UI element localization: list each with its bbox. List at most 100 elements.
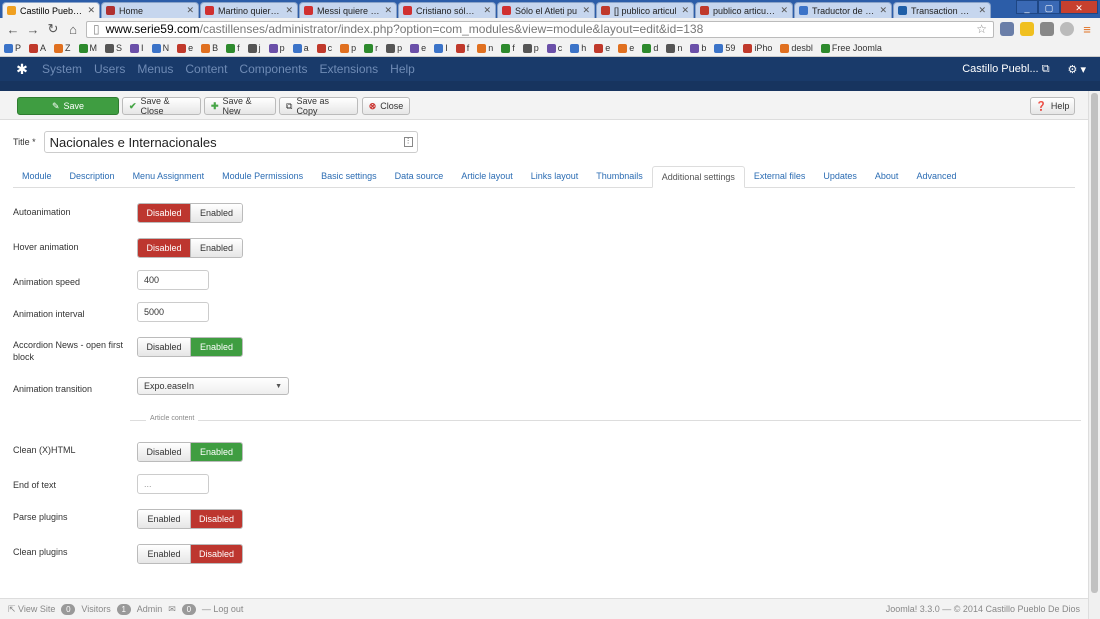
tab-article-layout[interactable]: Article layout bbox=[452, 165, 522, 187]
tab-updates[interactable]: Updates bbox=[814, 165, 866, 187]
bookmark-item[interactable]: a bbox=[292, 43, 309, 53]
hover-animation-enabled[interactable]: Enabled bbox=[190, 239, 242, 257]
bookmark-item[interactable]: d bbox=[642, 43, 658, 53]
bookmark-item[interactable]: Z bbox=[54, 43, 71, 53]
browser-tab[interactable]: Home ✕ bbox=[101, 2, 199, 18]
autoanimation-disabled[interactable]: Disabled bbox=[138, 204, 190, 222]
bookmark-item[interactable]: f bbox=[226, 43, 240, 53]
hover-animation-toggle[interactable]: Disabled Enabled bbox=[137, 238, 243, 258]
hover-animation-disabled[interactable]: Disabled bbox=[138, 239, 190, 257]
site-name-link[interactable]: Castillo Puebl... ⧉ bbox=[962, 63, 1049, 76]
browser-tab[interactable]: Transaction Deta ✕ bbox=[893, 2, 991, 18]
bookmark-item[interactable]: Free Joomla bbox=[820, 43, 882, 53]
tab-close-icon[interactable]: ✕ bbox=[780, 5, 788, 16]
bookmark-item[interactable]: c bbox=[316, 43, 332, 53]
bookmark-item[interactable]: p bbox=[268, 43, 285, 53]
bookmark-item[interactable]: e bbox=[177, 43, 193, 53]
tab-close-icon[interactable]: ✕ bbox=[879, 5, 887, 16]
help-button[interactable]: ❓ Help bbox=[1030, 97, 1075, 115]
page-scrollbar[interactable] bbox=[1088, 91, 1100, 619]
bookmark-item[interactable]: r bbox=[364, 43, 378, 53]
browser-tab[interactable]: Martino quiere d ✕ bbox=[200, 2, 298, 18]
clean-xhtml-enabled[interactable]: Enabled bbox=[190, 443, 242, 461]
tab-module[interactable]: Module bbox=[13, 165, 61, 187]
user-settings-gear-icon[interactable]: ⚙ ▾ bbox=[1068, 63, 1086, 76]
browser-tab[interactable]: [] publico articul ✕ bbox=[596, 2, 694, 18]
browser-tab[interactable]: Castillo Pueblo D ✕ bbox=[2, 2, 100, 18]
mail-icon[interactable]: ✉ bbox=[168, 604, 176, 615]
tab-close-icon[interactable]: ✕ bbox=[384, 5, 392, 16]
forward-icon[interactable]: → bbox=[26, 22, 40, 37]
tab-close-icon[interactable]: ✕ bbox=[978, 5, 986, 16]
minimize-button[interactable]: _ bbox=[1016, 0, 1038, 14]
bookmark-item[interactable]: f bbox=[455, 43, 469, 53]
bookmark-item[interactable]: N bbox=[151, 43, 169, 53]
bookmark-item[interactable]: p bbox=[386, 43, 402, 53]
bookmark-item[interactable]: A bbox=[29, 43, 46, 53]
browser-tab[interactable]: publico articulos ✕ bbox=[695, 2, 793, 18]
menu-extensions[interactable]: Extensions bbox=[319, 62, 378, 76]
menu-users[interactable]: Users bbox=[94, 62, 125, 76]
bookmark-item[interactable]: b bbox=[690, 43, 706, 53]
view-site-link[interactable]: ⇱ View Site bbox=[8, 604, 55, 615]
bookmark-item[interactable]: e bbox=[410, 43, 426, 53]
animation-speed-input[interactable]: 400 bbox=[137, 270, 209, 290]
browser-tab[interactable]: Traductor de Go ✕ bbox=[794, 2, 892, 18]
bookmark-item[interactable]: f bbox=[501, 43, 515, 53]
menu-menus[interactable]: Menus bbox=[137, 62, 173, 76]
save-button[interactable]: ✎ Save bbox=[17, 97, 119, 115]
end-of-text-input[interactable]: ... bbox=[137, 474, 209, 494]
bookmark-item[interactable]: p bbox=[522, 43, 539, 53]
menu-components[interactable]: Components bbox=[239, 62, 307, 76]
tab-close-icon[interactable]: ✕ bbox=[87, 5, 95, 16]
accordion-disabled[interactable]: Disabled bbox=[138, 338, 190, 356]
tab-description[interactable]: Description bbox=[61, 165, 124, 187]
menu-icon[interactable]: ≡ bbox=[1080, 22, 1094, 37]
bookmark-item[interactable]: n bbox=[477, 43, 493, 53]
close-button[interactable]: ⊗ Close bbox=[362, 97, 410, 115]
parse-plugins-enabled[interactable]: Enabled bbox=[138, 510, 190, 528]
extension-circle-icon[interactable] bbox=[1060, 22, 1074, 36]
tab-links-layout[interactable]: Links layout bbox=[522, 165, 588, 187]
logout-link[interactable]: — Log out bbox=[202, 604, 244, 614]
accordion-enabled[interactable]: Enabled bbox=[190, 338, 242, 356]
reload-icon[interactable]: ↻ bbox=[46, 21, 60, 37]
bookmark-item[interactable]: desbl bbox=[780, 43, 813, 53]
menu-help[interactable]: Help bbox=[390, 62, 415, 76]
home-icon[interactable]: ⌂ bbox=[66, 22, 80, 37]
bookmark-item[interactable]: e bbox=[594, 43, 610, 53]
clean-plugins-toggle[interactable]: Enabled Disabled bbox=[137, 544, 243, 564]
extension-notes-icon[interactable] bbox=[1020, 22, 1034, 36]
clean-plugins-enabled[interactable]: Enabled bbox=[138, 545, 190, 563]
close-window-button[interactable]: ✕ bbox=[1060, 0, 1098, 14]
browser-tab[interactable]: Sólo el Atleti pu ✕ bbox=[497, 2, 595, 18]
autoanimation-enabled[interactable]: Enabled bbox=[190, 204, 242, 222]
menu-system[interactable]: System bbox=[42, 62, 82, 76]
tab-external-files[interactable]: External files bbox=[745, 165, 815, 187]
parse-plugins-toggle[interactable]: Enabled Disabled bbox=[137, 509, 243, 529]
browser-tab[interactable]: Cristiano sólo pi ✕ bbox=[398, 2, 496, 18]
tab-about[interactable]: About bbox=[866, 165, 908, 187]
clean-xhtml-toggle[interactable]: Disabled Enabled bbox=[137, 442, 243, 462]
tab-close-icon[interactable]: ✕ bbox=[186, 5, 194, 16]
save-new-button[interactable]: ✚ Save & New bbox=[204, 96, 276, 116]
animation-transition-select[interactable]: Expo.easeIn ▼ bbox=[137, 377, 289, 395]
url-input[interactable]: ▯ www.serie59.com/castillenses/administr… bbox=[86, 20, 994, 38]
bookmark-item[interactable]: j bbox=[247, 43, 261, 53]
save-close-button[interactable]: ✔ Save & Close bbox=[122, 96, 201, 116]
bookmark-item[interactable]: iPho bbox=[743, 43, 772, 53]
bookmark-item[interactable]: c bbox=[546, 43, 562, 53]
bookmark-item[interactable]: 59 bbox=[714, 43, 735, 53]
bookmark-item[interactable]: B bbox=[201, 43, 218, 53]
bookmark-item[interactable]: h bbox=[570, 43, 586, 53]
tab-thumbnails[interactable]: Thumbnails bbox=[587, 165, 652, 187]
tab-module-permissions[interactable]: Module Permissions bbox=[213, 165, 312, 187]
save-as-copy-button[interactable]: ⧉ Save as Copy bbox=[279, 96, 358, 116]
clean-plugins-disabled[interactable]: Disabled bbox=[190, 545, 242, 563]
tab-close-icon[interactable]: ✕ bbox=[483, 5, 491, 16]
bookmark-item[interactable]: e bbox=[618, 43, 634, 53]
tab-close-icon[interactable]: ✕ bbox=[285, 5, 293, 16]
clean-xhtml-disabled[interactable]: Disabled bbox=[138, 443, 190, 461]
bookmark-item[interactable]: M bbox=[78, 43, 97, 53]
scrollbar-thumb[interactable] bbox=[1091, 93, 1098, 593]
